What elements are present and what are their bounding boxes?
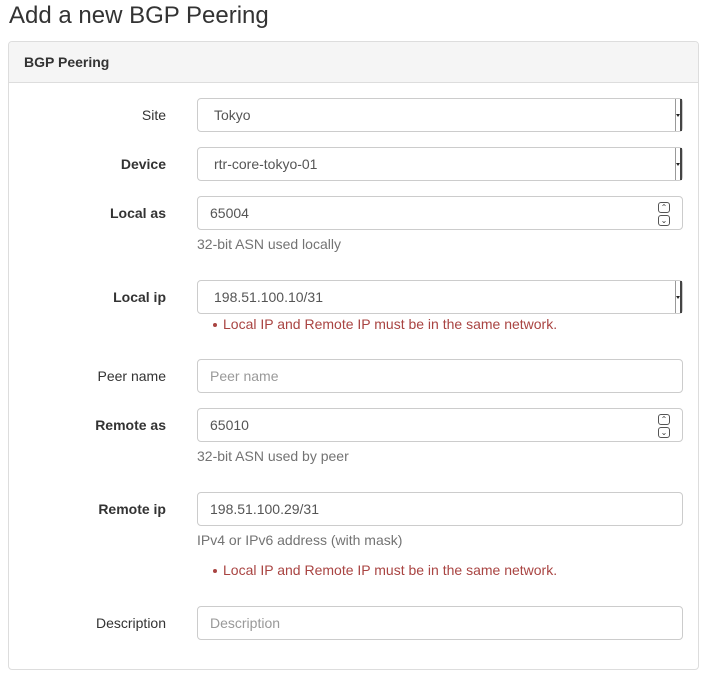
local-as-value: 65004 [210, 205, 249, 221]
caret-down-icon [675, 148, 682, 180]
local-ip-error-text: Local IP and Remote IP must be in the sa… [223, 316, 558, 332]
description-input[interactable]: Description [197, 606, 683, 640]
site-select[interactable]: Tokyo [197, 98, 683, 132]
remote-ip-value: 198.51.100.29/31 [210, 501, 319, 517]
device-select[interactable]: rtr-core-tokyo-01 [197, 147, 683, 181]
peer-name-placeholder: Peer name [210, 368, 279, 384]
device-select-value: rtr-core-tokyo-01 [214, 156, 318, 172]
panel-heading: BGP Peering [9, 42, 698, 83]
remote-as-help: 32-bit ASN used by peer [197, 448, 349, 464]
chevron-down-icon[interactable]: ⌄ [658, 427, 670, 438]
bgp-peering-panel: BGP Peering Site Tokyo Device rtr-core-t… [8, 41, 699, 670]
site-select-value: Tokyo [214, 107, 251, 123]
bullet-icon [213, 569, 217, 573]
local-as-input[interactable]: 65004 ⌃ ⌄ [197, 196, 683, 230]
caret-down-icon [675, 281, 682, 313]
local-as-help: 32-bit ASN used locally [197, 236, 341, 252]
local-ip-error: Local IP and Remote IP must be in the sa… [213, 314, 558, 334]
remote-ip-error-text: Local IP and Remote IP must be in the sa… [223, 562, 558, 578]
site-label: Site [141, 107, 166, 123]
local-as-spinner: ⌃ ⌄ [658, 202, 670, 226]
peer-name-label: Peer name [97, 368, 166, 384]
local-ip-select[interactable]: 198.51.100.10/31 [197, 280, 683, 314]
local-as-label: Local as [109, 205, 166, 221]
chevron-down-icon[interactable]: ⌄ [658, 215, 670, 226]
remote-as-input[interactable]: 65010 ⌃ ⌄ [197, 408, 683, 442]
chevron-up-icon[interactable]: ⌃ [658, 414, 670, 425]
bullet-icon [213, 323, 217, 327]
remote-ip-help: IPv4 or IPv6 address (with mask) [197, 532, 403, 548]
remote-as-label: Remote as [95, 417, 166, 433]
caret-down-icon [675, 99, 682, 131]
remote-ip-label: Remote ip [98, 501, 166, 517]
peer-name-input[interactable]: Peer name [197, 359, 683, 393]
remote-ip-error: Local IP and Remote IP must be in the sa… [213, 560, 558, 580]
page-title: Add a new BGP Peering [9, 2, 269, 29]
remote-ip-input[interactable]: 198.51.100.29/31 [197, 492, 683, 526]
remote-as-value: 65010 [210, 417, 249, 433]
remote-as-spinner: ⌃ ⌄ [658, 414, 670, 438]
local-ip-value: 198.51.100.10/31 [214, 289, 323, 305]
local-ip-label: Local ip [113, 289, 166, 305]
description-label: Description [95, 615, 166, 631]
device-label: Device [120, 156, 166, 172]
chevron-up-icon[interactable]: ⌃ [658, 202, 670, 213]
description-placeholder: Description [210, 615, 281, 631]
